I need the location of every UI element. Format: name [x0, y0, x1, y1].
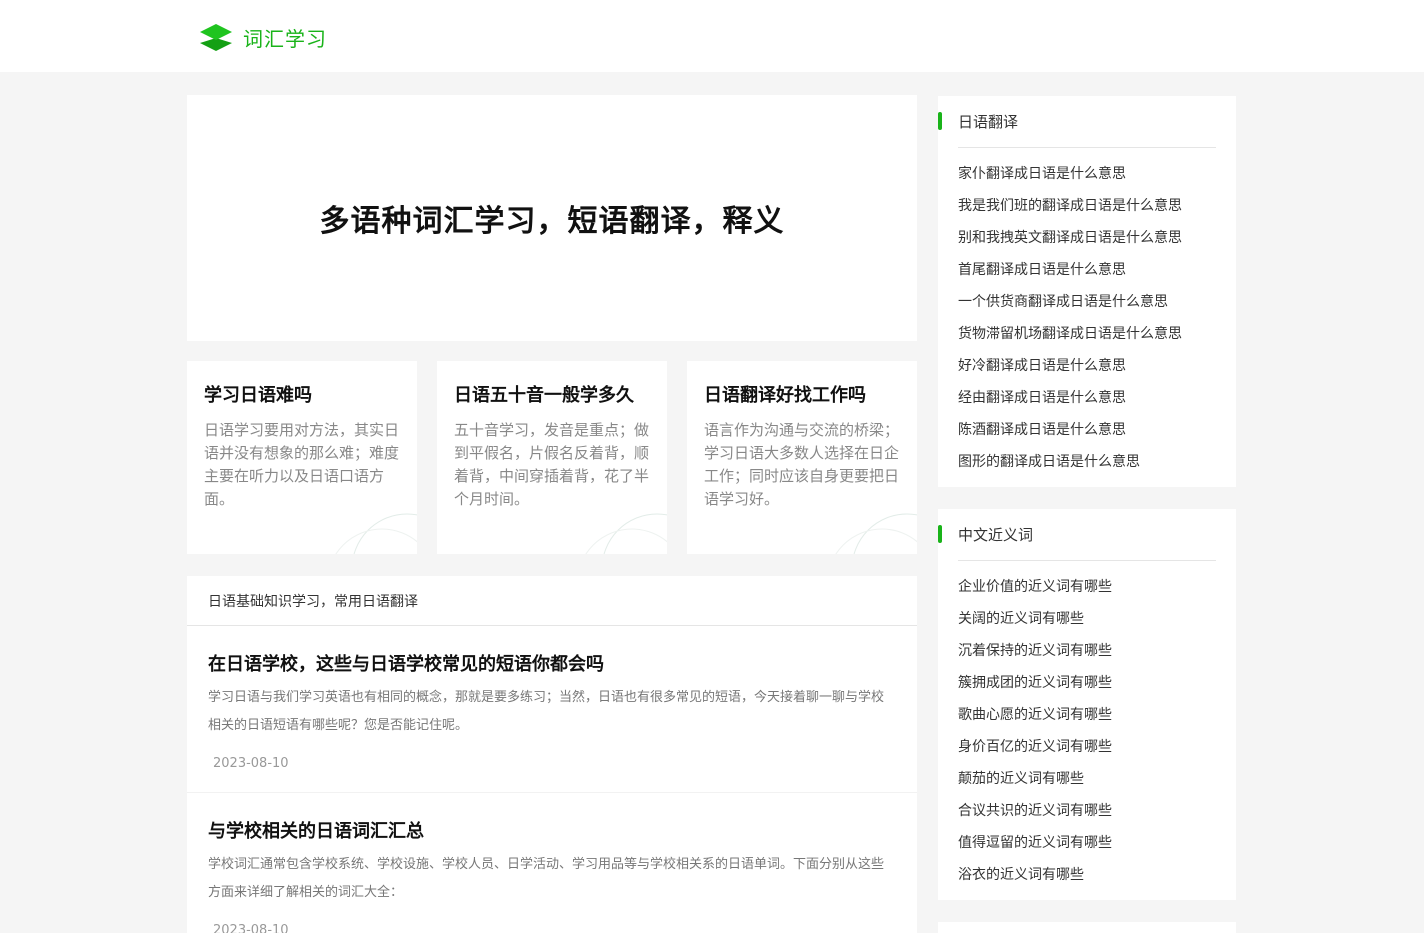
hero-title: 多语种词汇学习，短语翻译，释义 [319, 204, 785, 239]
site-logo[interactable]: 词汇学习 [199, 22, 327, 52]
card-title: 学习日语难吗 [204, 385, 312, 406]
sidebar-link-list: 家仆翻译成日语是什么意思 我是我们班的翻译成日语是什么意思 别和我拽英文翻译成日… [958, 148, 1216, 478]
sidebar-link[interactable]: 家仆翻译成日语是什么意思 [958, 158, 1216, 190]
card-title: 日语五十音一般学多久 [454, 385, 634, 406]
site-header: 词汇学习 [0, 0, 1424, 72]
sidebar-link[interactable]: 企业价值的近义词有哪些 [958, 571, 1216, 603]
sidebar-next-box [938, 922, 1236, 933]
feature-card[interactable]: 学习日语难吗 日语学习要用对方法，其实日语并没有想象的那么难；难度主要在听力以及… [187, 361, 417, 554]
sidebar-link[interactable]: 首尾翻译成日语是什么意思 [958, 254, 1216, 286]
sidebar-link[interactable]: 浴衣的近义词有哪些 [958, 859, 1216, 891]
sidebar-link[interactable]: 身价百亿的近义词有哪些 [958, 731, 1216, 763]
article-list-heading: 日语基础知识学习，常用日语翻译 [187, 576, 917, 626]
sidebar-link[interactable]: 合议共识的近义词有哪些 [958, 795, 1216, 827]
article-title[interactable]: 在日语学校，这些与日语学校常见的短语你都会吗 [208, 650, 896, 676]
sidebar-link[interactable]: 经由翻译成日语是什么意思 [958, 382, 1216, 414]
sidebar-link[interactable]: 货物滞留机场翻译成日语是什么意思 [958, 318, 1216, 350]
hero-banner: 多语种词汇学习，短语翻译，释义 [187, 95, 917, 341]
article-title[interactable]: 与学校相关的日语词汇汇总 [208, 817, 896, 843]
feature-card[interactable]: 日语五十音一般学多久 五十音学习，发音是重点；做到平假名，片假名反着背，顺着背，… [437, 361, 667, 554]
sidebar-link[interactable]: 别和我拽英文翻译成日语是什么意思 [958, 222, 1216, 254]
arc-decoration-icon [585, 513, 667, 554]
site-logo-text: 词汇学习 [243, 26, 327, 51]
sidebar-link[interactable]: 沉着保持的近义词有哪些 [958, 635, 1216, 667]
sidebar-link[interactable]: 关阔的近义词有哪些 [958, 603, 1216, 635]
sidebar-chinese-synonyms: 中文近义词 企业价值的近义词有哪些 关阔的近义词有哪些 沉着保持的近义词有哪些 … [938, 509, 1236, 900]
sidebar-link[interactable]: 颠茄的近义词有哪些 [958, 763, 1216, 795]
sidebar-link[interactable]: 一个供货商翻译成日语是什么意思 [958, 286, 1216, 318]
layers-logo-icon [200, 24, 232, 51]
arc-decoration-icon [335, 513, 417, 554]
sidebar-link-list: 企业价值的近义词有哪些 关阔的近义词有哪些 沉着保持的近义词有哪些 簇拥成团的近… [958, 561, 1216, 891]
sidebar-link[interactable]: 歌曲心愿的近义词有哪些 [958, 699, 1216, 731]
sidebar-heading: 日语翻译 [938, 96, 1216, 148]
sidebar-link[interactable]: 好冷翻译成日语是什么意思 [958, 350, 1216, 382]
sidebar-heading: 中文近义词 [938, 509, 1216, 561]
article-date: 2023-08-10 [213, 923, 289, 933]
sidebar-link[interactable]: 簇拥成团的近义词有哪些 [958, 667, 1216, 699]
sidebar-link[interactable]: 陈酒翻译成日语是什么意思 [958, 414, 1216, 446]
feature-card[interactable]: 日语翻译好找工作吗 语言作为沟通与交流的桥梁；学习日语大多数人选择在日企工作；同… [687, 361, 917, 554]
arc-decoration-icon [835, 513, 917, 554]
article-excerpt: 学校词汇通常包含学校系统、学校设施、学校人员、日学活动、学习用品等与学校相关系的… [208, 857, 885, 900]
sidebar-japanese-translation: 日语翻译 家仆翻译成日语是什么意思 我是我们班的翻译成日语是什么意思 别和我拽英… [938, 96, 1236, 487]
article-list: 日语基础知识学习，常用日语翻译 在日语学校，这些与日语学校常见的短语你都会吗 学… [187, 576, 917, 933]
article-date: 2023-08-10 [213, 756, 289, 771]
article-excerpt: 学习日语与我们学习英语也有相同的概念，那就是要多练习；当然，日语也有很多常见的短… [208, 690, 885, 733]
sidebar-link[interactable]: 图形的翻译成日语是什么意思 [958, 446, 1216, 478]
sidebar-link[interactable]: 值得逗留的近义词有哪些 [958, 827, 1216, 859]
sidebar-link[interactable]: 我是我们班的翻译成日语是什么意思 [958, 190, 1216, 222]
article-item[interactable]: 在日语学校，这些与日语学校常见的短语你都会吗 学习日语与我们学习英语也有相同的概… [187, 626, 917, 793]
article-item[interactable]: 与学校相关的日语词汇汇总 学校词汇通常包含学校系统、学校设施、学校人员、日学活动… [187, 793, 917, 933]
card-title: 日语翻译好找工作吗 [704, 385, 866, 406]
